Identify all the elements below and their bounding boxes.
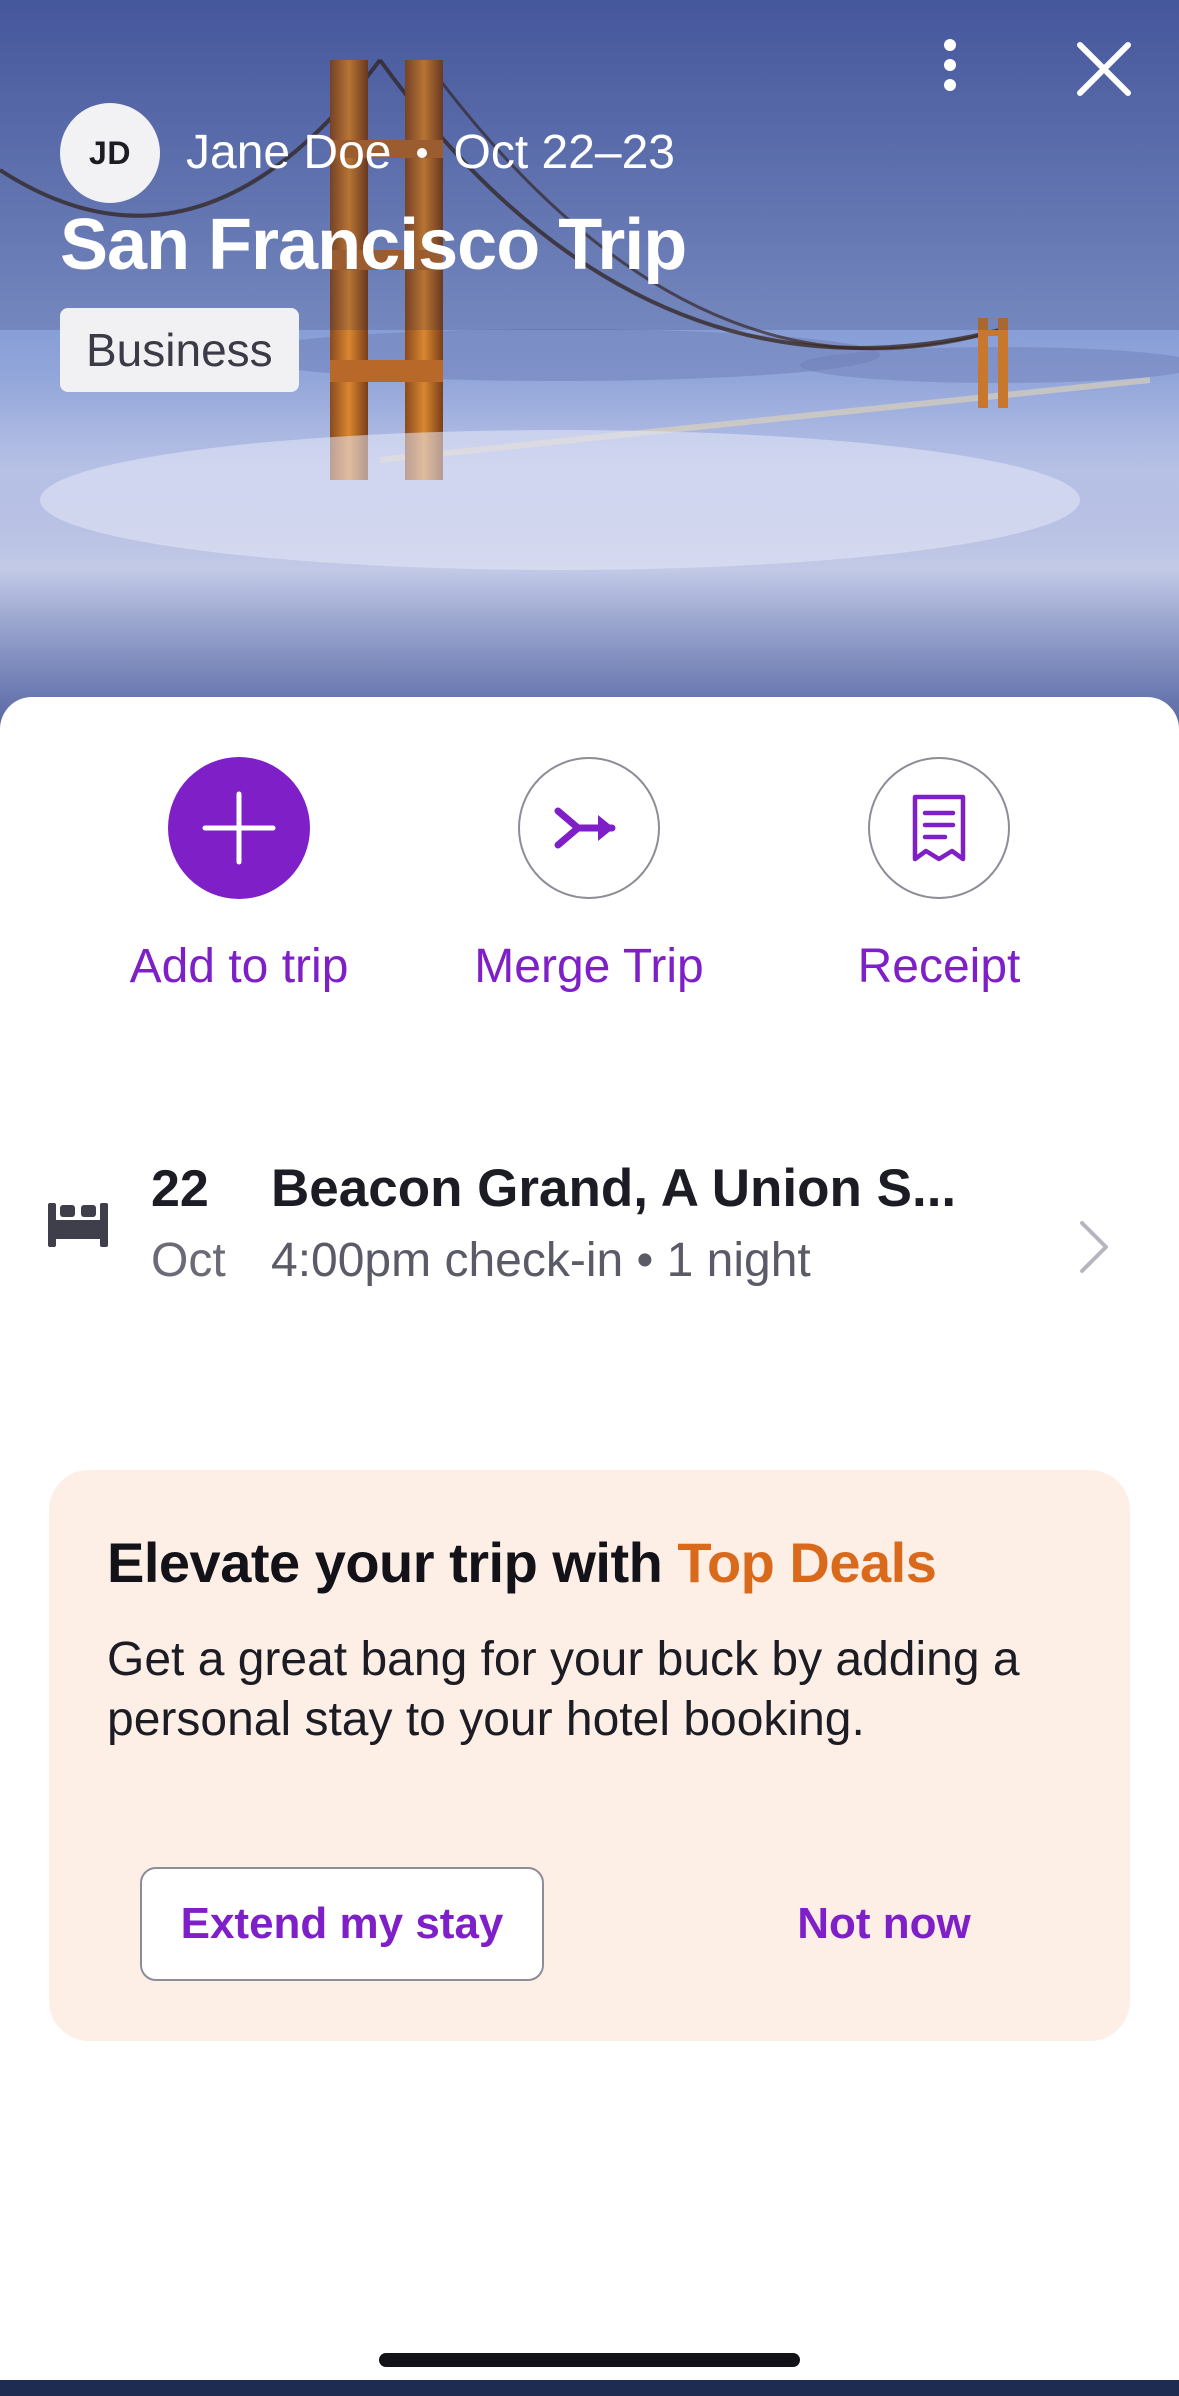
trip-screen: JD Jane Doe Oct 22–23 San Francisco Trip… bbox=[0, 0, 1179, 2396]
stay-detail: 4:00pm check-in • 1 night bbox=[271, 1234, 811, 1287]
hotel-stay-item[interactable]: 22 Oct Beacon Grand, A Union S... 4:00pm… bbox=[0, 1137, 1179, 1317]
close-icon bbox=[1077, 42, 1131, 96]
hotel-name: Beacon Grand, A Union S... bbox=[271, 1159, 957, 1218]
trip-meta: Jane Doe Oct 22–23 bbox=[186, 125, 675, 181]
plus-icon bbox=[202, 791, 276, 865]
merge-icon bbox=[554, 807, 616, 849]
stay-month: Oct bbox=[151, 1234, 226, 1287]
merge-trip-label: Merge Trip bbox=[474, 940, 704, 993]
extend-my-stay-button[interactable]: Extend my stay bbox=[140, 1867, 544, 1981]
avatar: JD bbox=[60, 103, 160, 203]
deal-description: Get a great bang for your buck by adding… bbox=[107, 1633, 1020, 1746]
home-indicator[interactable] bbox=[379, 2353, 800, 2367]
deal-title-prefix: Elevate your trip with bbox=[107, 1531, 663, 1594]
deal-title-accent: Top Deals bbox=[677, 1531, 937, 1594]
trip-details-sheet: Add to trip Merge Trip Receipt 22 Oct Be… bbox=[0, 697, 1179, 2396]
close-button[interactable] bbox=[1065, 30, 1143, 108]
top-deals-card: Elevate your trip with Top Deals Get a g… bbox=[49, 1470, 1130, 2041]
trip-dates: Oct 22–23 bbox=[453, 126, 675, 179]
merge-trip-circle bbox=[518, 757, 660, 899]
merge-trip-button[interactable]: Merge Trip bbox=[439, 757, 739, 995]
page-title: San Francisco Trip bbox=[60, 205, 687, 285]
bed-icon bbox=[48, 1203, 108, 1247]
trip-hero: JD Jane Doe Oct 22–23 San Francisco Trip… bbox=[0, 0, 1179, 760]
add-to-trip-label: Add to trip bbox=[129, 940, 349, 993]
separator-dot bbox=[417, 148, 428, 158]
receipt-button[interactable]: Receipt bbox=[789, 757, 1089, 995]
receipt-icon bbox=[912, 794, 966, 862]
more-vertical-icon bbox=[944, 39, 956, 91]
deal-title: Elevate your trip with Top Deals bbox=[107, 1530, 937, 1596]
trip-type-badge: Business bbox=[60, 308, 299, 392]
receipt-label: Receipt bbox=[857, 940, 1021, 993]
receipt-circle bbox=[868, 757, 1010, 899]
traveler-name: Jane Doe bbox=[186, 126, 392, 179]
chevron-right-icon bbox=[1080, 1221, 1108, 1273]
add-to-trip-button[interactable]: Add to trip bbox=[89, 757, 389, 995]
stay-day: 22 bbox=[151, 1160, 209, 1218]
not-now-button[interactable]: Not now bbox=[689, 1867, 1079, 1981]
add-to-trip-circle bbox=[168, 757, 310, 899]
bottom-edge bbox=[0, 2380, 1179, 2396]
avatar-initials: JD bbox=[89, 134, 131, 171]
more-options-button[interactable] bbox=[915, 30, 985, 100]
